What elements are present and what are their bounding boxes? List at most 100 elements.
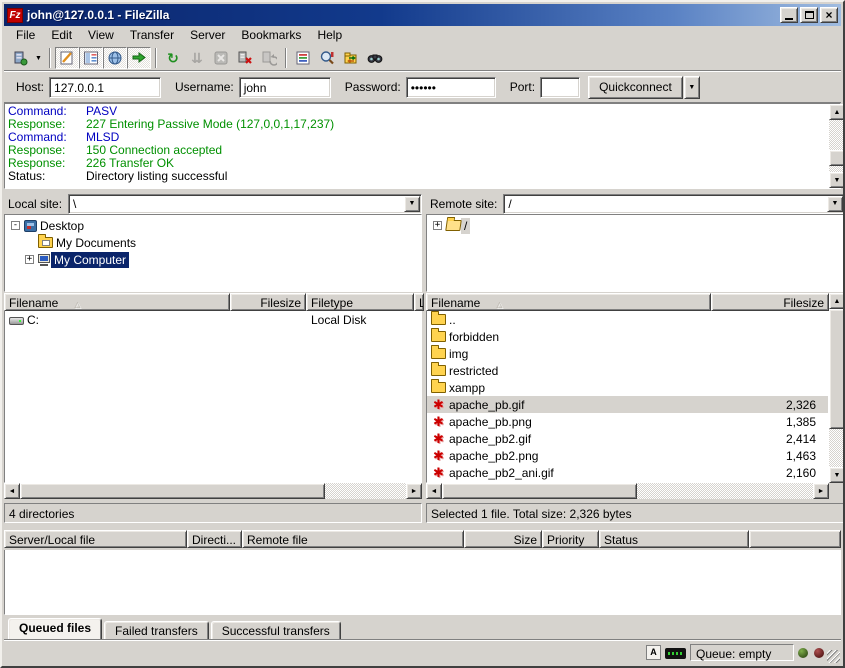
expand-icon[interactable]: +	[25, 255, 34, 264]
file-row-c-drive[interactable]: C: Local Disk	[5, 311, 421, 328]
file-row-parent[interactable]: ..	[427, 311, 828, 328]
menu-edit[interactable]: Edit	[43, 26, 80, 45]
chevron-down-icon[interactable]: ▼	[827, 196, 843, 212]
chevron-down-icon[interactable]: ▼	[404, 196, 420, 212]
menu-transfer[interactable]: Transfer	[122, 26, 182, 45]
column-status[interactable]: Status	[599, 530, 749, 548]
menu-file[interactable]: File	[8, 26, 43, 45]
folder-icon	[431, 331, 446, 342]
toggle-transfer-queue-icon[interactable]	[127, 47, 151, 69]
tree-item-my-documents[interactable]: My Documents	[5, 234, 421, 251]
remote-vscrollbar[interactable]: ▲ ▼	[829, 293, 845, 483]
cancel-icon[interactable]	[209, 47, 233, 69]
file-row-apache-pb-gif[interactable]: ✱apache_pb.gif2,326	[427, 396, 828, 413]
column-filetype[interactable]: Filetype	[306, 293, 414, 311]
column-filesize[interactable]: Filesize	[230, 293, 306, 311]
remote-tree[interactable]: + /	[426, 214, 845, 292]
column-filename[interactable]: Filename△	[4, 293, 230, 311]
file-row-forbidden[interactable]: forbidden	[427, 328, 828, 345]
toggle-local-tree-icon[interactable]	[79, 47, 103, 69]
disconnect-icon[interactable]	[233, 47, 257, 69]
expand-icon[interactable]: +	[433, 221, 442, 230]
scrollbar-thumb[interactable]	[20, 483, 325, 499]
scrollbar-thumb[interactable]	[829, 150, 845, 166]
transfer-type-icon[interactable]: A	[646, 645, 661, 660]
quickconnect-dropdown-icon[interactable]: ▼	[684, 76, 700, 99]
collapse-icon[interactable]: -	[11, 221, 20, 230]
file-row-xampp[interactable]: xampp	[427, 379, 828, 396]
local-pane: Local site: \ ▼ - Desktop My Documents +…	[4, 193, 422, 523]
file-row-apache-pb2-ani-gif[interactable]: ✱apache_pb2_ani.gif2,160	[427, 464, 828, 481]
file-row-apache-pb2-png[interactable]: ✱apache_pb2.png1,463	[427, 447, 828, 464]
toggle-message-log-icon[interactable]	[55, 47, 79, 69]
maximize-button[interactable]	[800, 7, 818, 23]
column-remote-file[interactable]: Remote file	[242, 530, 464, 548]
tab-queued-files[interactable]: Queued files	[8, 618, 102, 640]
menu-bookmarks[interactable]: Bookmarks	[233, 26, 309, 45]
port-input[interactable]	[540, 77, 580, 98]
synchronized-browsing-icon[interactable]	[339, 47, 363, 69]
speed-limits-icon[interactable]	[665, 648, 686, 659]
remote-file-list[interactable]: .. forbidden img restricted xampp ✱apach…	[426, 311, 829, 483]
tree-item-root[interactable]: + /	[427, 217, 844, 234]
scroll-up-icon[interactable]: ▲	[829, 104, 845, 120]
file-row-apache-pb2-gif[interactable]: ✱apache_pb2.gif2,414	[427, 430, 828, 447]
refresh-icon[interactable]: ↻	[161, 47, 185, 69]
tab-failed-transfers[interactable]: Failed transfers	[104, 621, 209, 640]
column-server-local-file[interactable]: Server/Local file	[4, 530, 187, 548]
password-input[interactable]: ••••••	[406, 77, 496, 98]
scroll-up-icon[interactable]: ▲	[829, 293, 845, 309]
column-priority[interactable]: Priority	[542, 530, 599, 548]
quickconnect-button[interactable]: Quickconnect	[588, 76, 683, 99]
file-row-restricted[interactable]: restricted	[427, 362, 828, 379]
reconnect-icon[interactable]	[257, 47, 281, 69]
scrollbar-thumb[interactable]	[442, 483, 637, 499]
local-file-list[interactable]: C: Local Disk	[4, 311, 422, 483]
column-direction[interactable]: Directi...	[187, 530, 242, 548]
site-manager-dropdown-icon[interactable]: ▼	[32, 47, 45, 69]
column-last-modified[interactable]: L	[414, 293, 424, 311]
filter-icon[interactable]	[291, 47, 315, 69]
process-queue-icon[interactable]: ⇊	[185, 47, 209, 69]
search-icon[interactable]	[363, 47, 387, 69]
compare-directories-icon[interactable]	[315, 47, 339, 69]
scroll-left-icon[interactable]: ◄	[4, 483, 20, 499]
tab-successful-transfers[interactable]: Successful transfers	[211, 621, 341, 640]
log-scrollbar[interactable]: ▲ ▼	[829, 104, 845, 188]
local-site-combo[interactable]: \ ▼	[68, 194, 422, 214]
tree-item-my-computer[interactable]: + My Computer	[5, 251, 421, 268]
host-input[interactable]: 127.0.0.1	[49, 77, 161, 98]
log-line: Status:Directory listing successful	[8, 170, 840, 183]
remote-hscrollbar[interactable]: ◄ ►	[426, 483, 829, 499]
column-filesize[interactable]: Filesize	[711, 293, 829, 311]
menu-server[interactable]: Server	[182, 26, 233, 45]
scroll-down-icon[interactable]: ▼	[829, 467, 845, 483]
username-input[interactable]: john	[239, 77, 331, 98]
scroll-right-icon[interactable]: ►	[813, 483, 829, 499]
menu-help[interactable]: Help	[309, 26, 350, 45]
remote-site-combo[interactable]: / ▼	[503, 194, 845, 214]
close-button[interactable]: ×	[820, 7, 838, 23]
column-filename[interactable]: Filename△	[426, 293, 711, 311]
resize-grip[interactable]	[827, 650, 840, 663]
toggle-remote-tree-icon[interactable]	[103, 47, 127, 69]
tree-item-desktop[interactable]: - Desktop	[5, 217, 421, 234]
minimize-button[interactable]	[780, 7, 798, 23]
menu-view[interactable]: View	[80, 26, 122, 45]
desktop-icon	[24, 220, 37, 232]
column-size[interactable]: Size	[464, 530, 542, 548]
scroll-right-icon[interactable]: ►	[406, 483, 422, 499]
image-file-icon: ✱	[431, 466, 446, 479]
local-hscrollbar[interactable]: ◄ ►	[4, 483, 422, 499]
folder-icon	[431, 365, 446, 376]
scroll-down-icon[interactable]: ▼	[829, 172, 845, 188]
queue-list[interactable]	[4, 550, 841, 615]
message-log[interactable]: Command:PASV Response:227 Entering Passi…	[4, 103, 841, 189]
site-manager-icon[interactable]	[8, 47, 32, 69]
file-row-apache-pb-png[interactable]: ✱apache_pb.png1,385	[427, 413, 828, 430]
remote-status-text: Selected 1 file. Total size: 2,326 bytes	[426, 503, 845, 523]
scroll-left-icon[interactable]: ◄	[426, 483, 442, 499]
file-row-img[interactable]: img	[427, 345, 828, 362]
scrollbar-thumb[interactable]	[829, 309, 845, 429]
local-tree[interactable]: - Desktop My Documents + My Computer	[4, 214, 422, 292]
